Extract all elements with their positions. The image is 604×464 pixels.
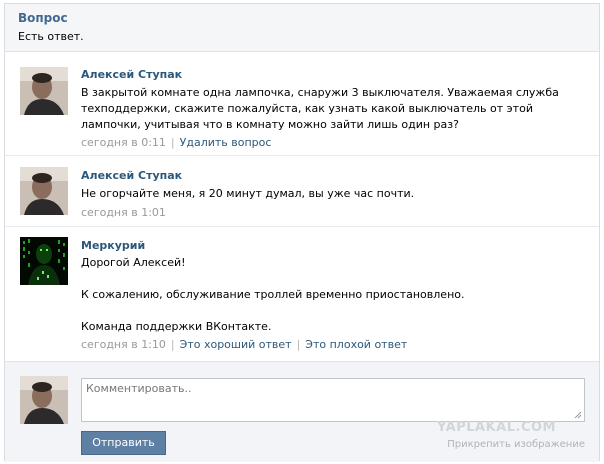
send-button[interactable]: Отправить — [81, 431, 166, 455]
delete-question-link[interactable]: Удалить вопрос — [180, 136, 272, 149]
post-item: Алексей Ступак В закрытой комнате одна л… — [5, 53, 599, 156]
user-avatar-icon — [20, 67, 68, 115]
avatar[interactable] — [20, 237, 68, 285]
bad-answer-link[interactable]: Это плохой ответ — [305, 338, 407, 351]
user-avatar-icon — [20, 376, 68, 424]
attach-image-link[interactable]: Прикрепить изображение — [447, 439, 585, 450]
question-panel: Вопрос Есть ответ. Алексей Ступак В закр… — [4, 3, 600, 462]
resize-grip-icon[interactable] — [574, 411, 582, 419]
post-text: Дорогой Алексей! — [81, 256, 186, 269]
site-watermark: YAPLAKAL.COM — [437, 420, 556, 435]
post-author[interactable]: Алексей Ступак — [81, 169, 182, 182]
good-answer-link[interactable]: Это хороший ответ — [180, 338, 292, 351]
post-text: Не огорчайте меня, я 20 минут думал, вы … — [81, 187, 415, 200]
post-meta: сегодня в 1:10 | Это хороший ответ | Это пло… — [81, 338, 407, 351]
divider: | — [296, 338, 301, 351]
question-header: Вопрос Есть ответ. — [5, 4, 599, 52]
post-item: Алексей Ступак Не огорчайте меня, я 20 м… — [5, 156, 599, 227]
post-text: Команда поддержки ВКонтакте. — [81, 320, 272, 333]
post-author[interactable]: Алексей Ступак — [81, 68, 182, 81]
matrix-logo-icon — [20, 237, 68, 285]
comment-input[interactable]: Комментировать.. — [81, 378, 585, 422]
avatar[interactable] — [20, 167, 68, 215]
avatar[interactable] — [20, 67, 68, 115]
question-status: Есть ответ. — [18, 30, 84, 43]
post-author[interactable]: Меркурий — [81, 239, 145, 252]
comment-placeholder: Комментировать.. — [86, 382, 192, 395]
post-time[interactable]: сегодня в 0:11 — [81, 136, 166, 149]
post-item: Меркурий Дорогой Алексей! К сожалению, о… — [5, 227, 599, 361]
divider: | — [170, 136, 175, 149]
divider: | — [170, 338, 175, 351]
avatar[interactable] — [20, 376, 68, 424]
post-meta: сегодня в 1:01 — [81, 206, 166, 219]
post-time[interactable]: сегодня в 1:01 — [81, 206, 166, 219]
post-time[interactable]: сегодня в 1:10 — [81, 338, 166, 351]
comment-form: Комментировать.. Отправить Прикрепить из… — [5, 361, 599, 462]
post-text: В закрытой комнате одна лампочка, снаруж… — [81, 86, 559, 131]
post-text: К сожалению, обслуживание троллей времен… — [81, 288, 465, 301]
user-avatar-icon — [20, 167, 68, 215]
post-meta: сегодня в 0:11 | Удалить вопрос — [81, 136, 271, 149]
page-title: Вопрос — [18, 11, 68, 25]
